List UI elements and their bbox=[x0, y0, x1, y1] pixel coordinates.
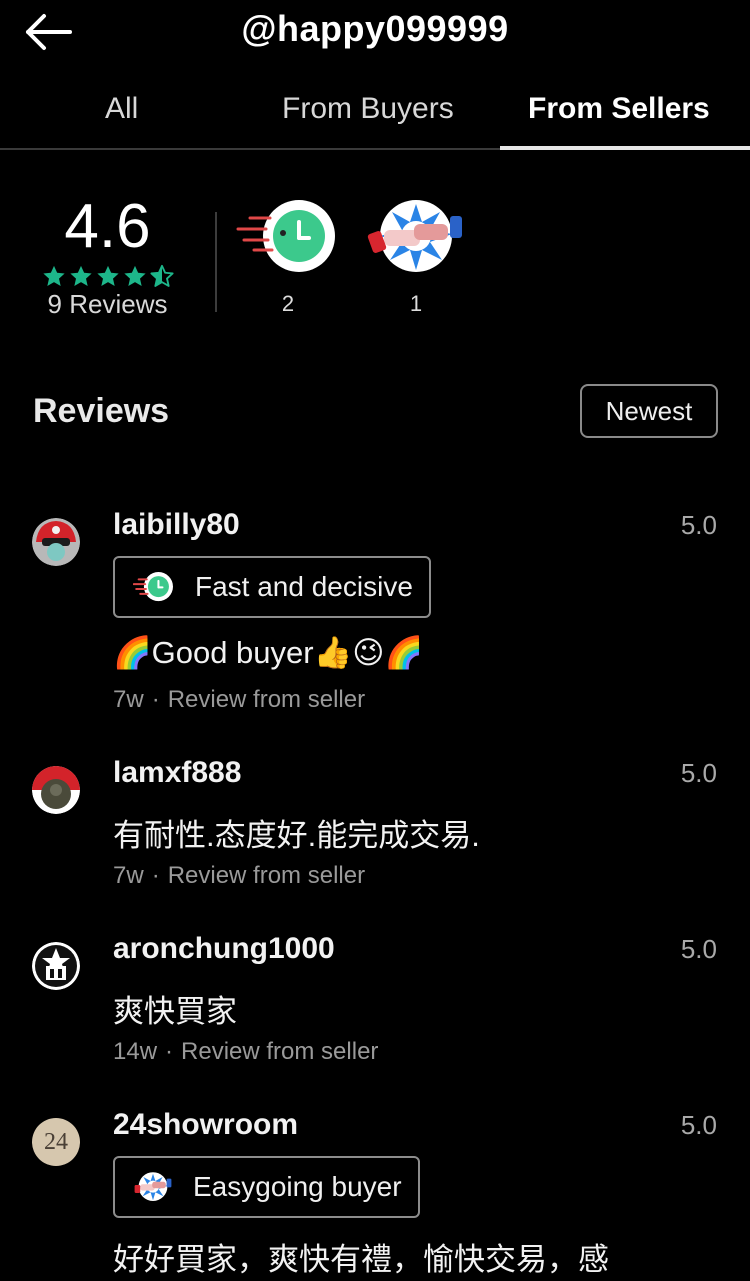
badge-count: 1 bbox=[409, 291, 423, 316]
reviews-heading: Reviews bbox=[33, 392, 170, 430]
star-full-icon bbox=[96, 265, 119, 286]
avatar[interactable] bbox=[32, 766, 80, 814]
summary-divider bbox=[215, 212, 217, 312]
badge-stat-fast[interactable]: 2 bbox=[236, 200, 340, 317]
review-tag: Easygoing buyer bbox=[113, 1156, 420, 1218]
review-score: 5.0 bbox=[680, 934, 717, 964]
pokeball-avatar-icon bbox=[32, 766, 80, 814]
avatar[interactable] bbox=[32, 942, 80, 990]
review-comment: 好好買家，爽快有禮，愉快交易，感 bbox=[113, 1242, 609, 1277]
review-comment: 爽快買家 bbox=[113, 994, 237, 1029]
fast-clock-badge-icon bbox=[133, 572, 173, 602]
review-time: 14w bbox=[113, 1038, 158, 1065]
red-helmet-avatar-icon bbox=[32, 518, 80, 566]
tab-bar: All From Buyers From Sellers bbox=[0, 80, 750, 150]
review-source: Review from seller bbox=[167, 862, 366, 889]
review-comment: 有耐性.态度好.能完成交易. bbox=[113, 818, 480, 853]
review-score: 5.0 bbox=[680, 758, 717, 788]
fast-clock-badge-icon bbox=[236, 200, 335, 272]
review-score: 5.0 bbox=[680, 1110, 717, 1140]
rating-summary: 4.6 9 Reviews bbox=[30, 192, 185, 320]
review-meta: 14w · Review from seller bbox=[113, 1038, 378, 1066]
badge-count: 2 bbox=[281, 291, 295, 316]
star-full-icon bbox=[69, 265, 92, 286]
review-username[interactable]: lamxf888 bbox=[113, 756, 241, 790]
review-meta: 7w · Review from seller bbox=[113, 862, 365, 890]
star-half-icon bbox=[149, 264, 174, 287]
review-source: Review from seller bbox=[181, 1038, 379, 1065]
review-username[interactable]: laibilly80 bbox=[113, 508, 240, 542]
review-tag: Fast and decisive bbox=[113, 556, 431, 618]
meta-dot: · bbox=[151, 862, 160, 889]
avatar[interactable] bbox=[32, 518, 80, 566]
avatar[interactable]: 24 bbox=[32, 1118, 80, 1166]
number-24-avatar-text: 24 bbox=[44, 1128, 68, 1155]
tab-all[interactable]: All bbox=[105, 92, 138, 126]
rating-value: 4.6 bbox=[64, 192, 151, 261]
page-title: @happy099999 bbox=[241, 8, 509, 49]
review-username[interactable]: aronchung1000 bbox=[113, 932, 335, 966]
reviews-count: 9 Reviews bbox=[47, 289, 168, 319]
handshake-badge-icon bbox=[134, 1172, 172, 1201]
review-time: 7w bbox=[113, 862, 144, 889]
meta-dot: · bbox=[165, 1038, 174, 1065]
star-rating bbox=[30, 264, 185, 289]
active-tab-indicator bbox=[500, 146, 750, 150]
review-source: Review from seller bbox=[167, 686, 366, 713]
review-tag-label: Easygoing buyer bbox=[193, 1171, 402, 1202]
top-bar: @happy099999 bbox=[0, 0, 750, 64]
review-time: 7w bbox=[113, 686, 144, 713]
review-score: 5.0 bbox=[680, 510, 717, 540]
meta-dot: · bbox=[151, 686, 160, 713]
star-full-icon bbox=[42, 265, 65, 286]
sort-button[interactable]: Newest bbox=[580, 384, 718, 438]
review-meta: 7w · Review from seller bbox=[113, 686, 365, 714]
handshake-badge-icon bbox=[367, 200, 462, 272]
review-username[interactable]: 24showroom bbox=[113, 1108, 298, 1142]
tab-from-buyers[interactable]: From Buyers bbox=[282, 92, 454, 126]
review-tag-label: Fast and decisive bbox=[195, 571, 413, 602]
star-full-icon bbox=[123, 265, 146, 286]
badge-stat-easygoing[interactable]: 1 bbox=[366, 200, 466, 317]
review-comment: 🌈Good buyer👍😉🌈 bbox=[113, 635, 424, 670]
tab-from-sellers[interactable]: From Sellers bbox=[528, 92, 710, 126]
logo-avatar-icon bbox=[32, 942, 80, 990]
